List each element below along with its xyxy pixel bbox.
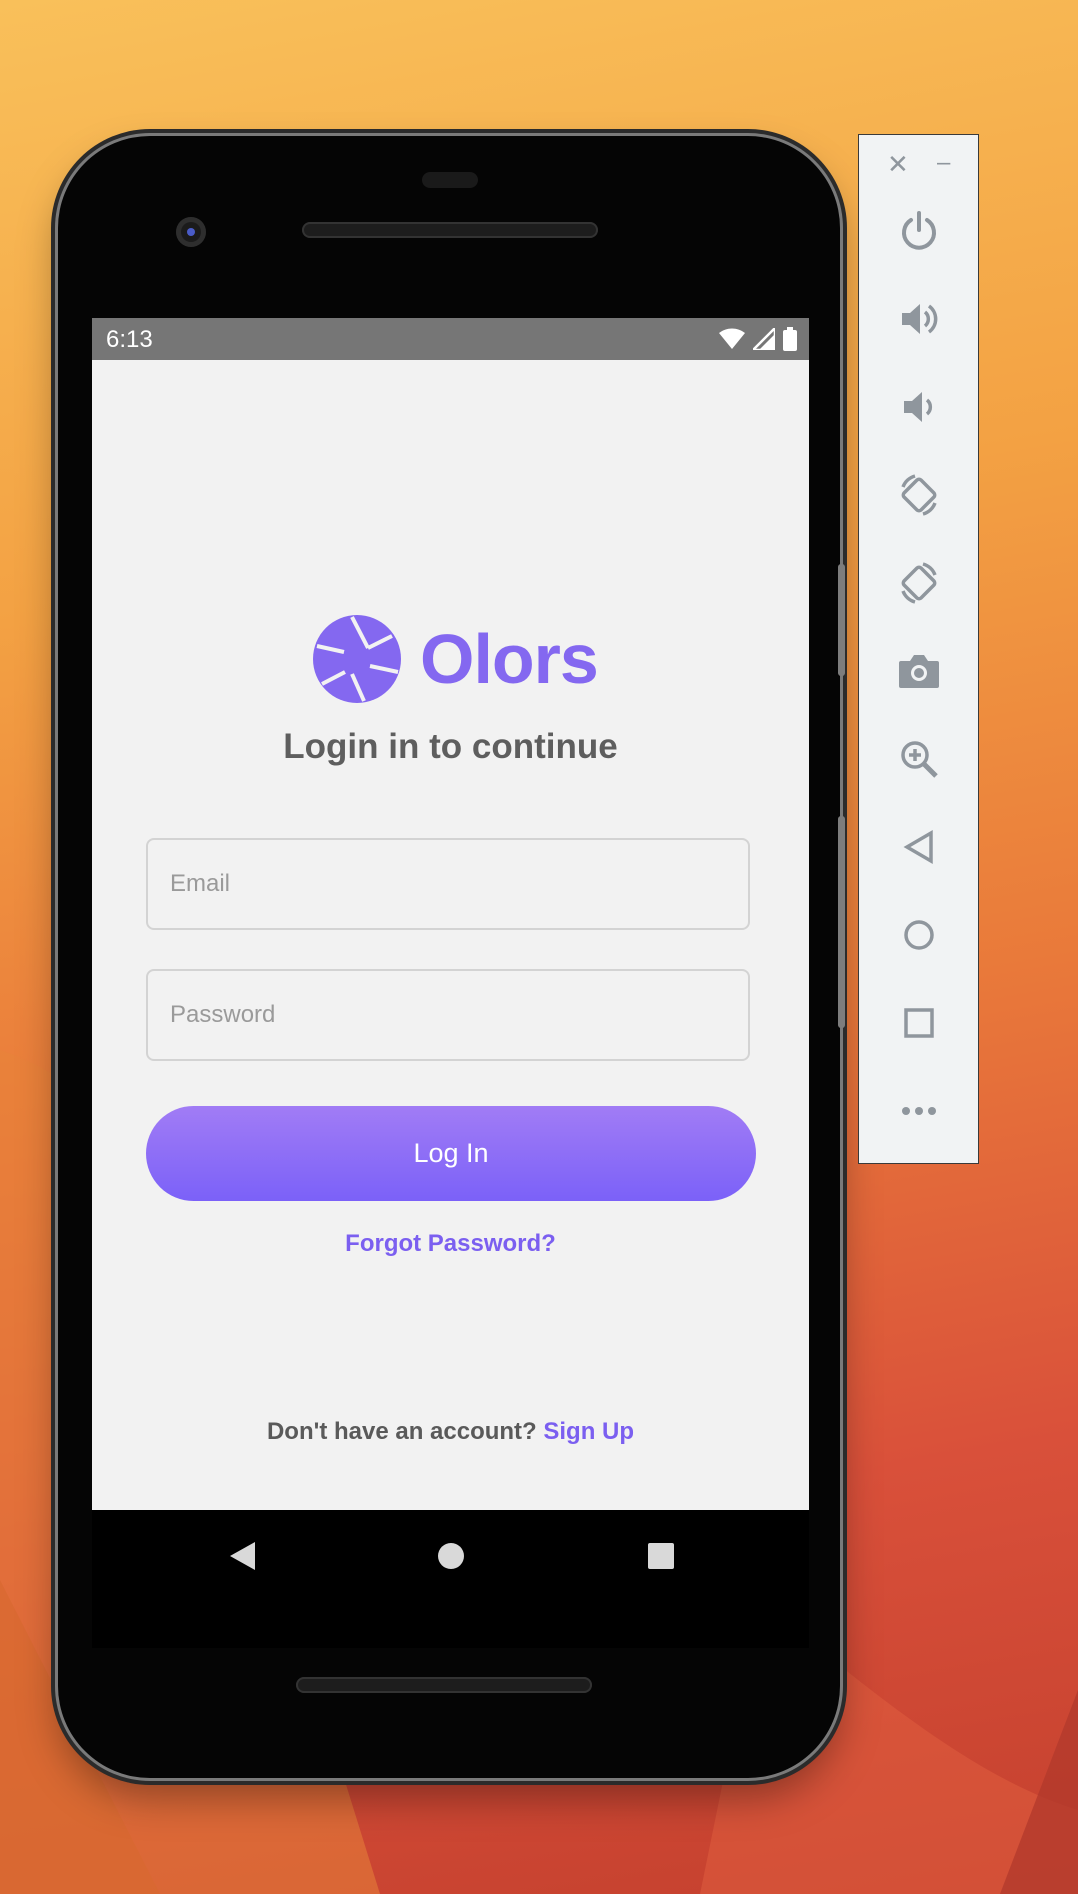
phone-volume-button	[838, 816, 845, 1028]
rotate-left-icon[interactable]	[893, 469, 945, 521]
volume-up-icon[interactable]	[893, 293, 945, 345]
wifi-icon	[719, 328, 745, 349]
phone-earpiece	[302, 222, 598, 238]
home-icon[interactable]	[893, 909, 945, 961]
front-camera	[176, 217, 206, 247]
status-time: 6:13	[106, 326, 153, 353]
brand-logo: Olors	[312, 614, 599, 704]
status-bar: 6:13	[92, 318, 809, 360]
close-icon[interactable]: ✕	[887, 149, 909, 180]
battery-icon	[783, 327, 797, 351]
zoom-icon[interactable]	[893, 733, 945, 785]
page-title: Login in to continue	[283, 727, 618, 766]
rotate-right-icon[interactable]	[893, 557, 945, 609]
camera-icon[interactable]	[893, 645, 945, 697]
signup-link[interactable]: Sign Up	[543, 1418, 634, 1445]
phone-screen: 6:13 Olors Login in to continue Email Lo…	[92, 318, 809, 1648]
status-icons	[719, 327, 797, 351]
aperture-logo-icon	[313, 615, 401, 703]
more-icon[interactable]	[893, 1085, 945, 1137]
password-field[interactable]	[146, 969, 750, 1061]
login-button[interactable]: Log In	[146, 1106, 756, 1201]
phone-frame: 6:13 Olors Login in to continue Email Lo…	[58, 136, 845, 1778]
signal-icon	[753, 328, 775, 350]
volume-down-icon[interactable]	[893, 381, 945, 433]
signup-prompt-text: Don't have an account?	[266, 1418, 544, 1445]
forgot-password-link[interactable]: Forgot Password?	[92, 1230, 809, 1258]
back-triangle-icon[interactable]	[227, 1540, 257, 1572]
emulator-toolbar: ✕ –	[858, 134, 979, 1164]
recents-square-icon[interactable]	[646, 1540, 676, 1572]
minimize-icon[interactable]: –	[937, 149, 950, 177]
phone-top-slot	[422, 172, 478, 188]
home-circle-icon[interactable]	[436, 1540, 466, 1572]
back-icon[interactable]	[893, 821, 945, 873]
phone-power-button	[838, 564, 845, 676]
brand-name: Olors	[420, 620, 599, 698]
android-navigation-bar	[92, 1510, 809, 1648]
login-screen: Olors Login in to continue Log In Forgot…	[92, 360, 809, 1510]
email-field[interactable]	[146, 838, 750, 930]
phone-bottom-speaker	[296, 1677, 592, 1693]
signup-prompt-row: Don't have an account? Sign Up	[92, 1418, 809, 1446]
power-icon[interactable]	[893, 205, 945, 257]
overview-icon[interactable]	[893, 997, 945, 1049]
